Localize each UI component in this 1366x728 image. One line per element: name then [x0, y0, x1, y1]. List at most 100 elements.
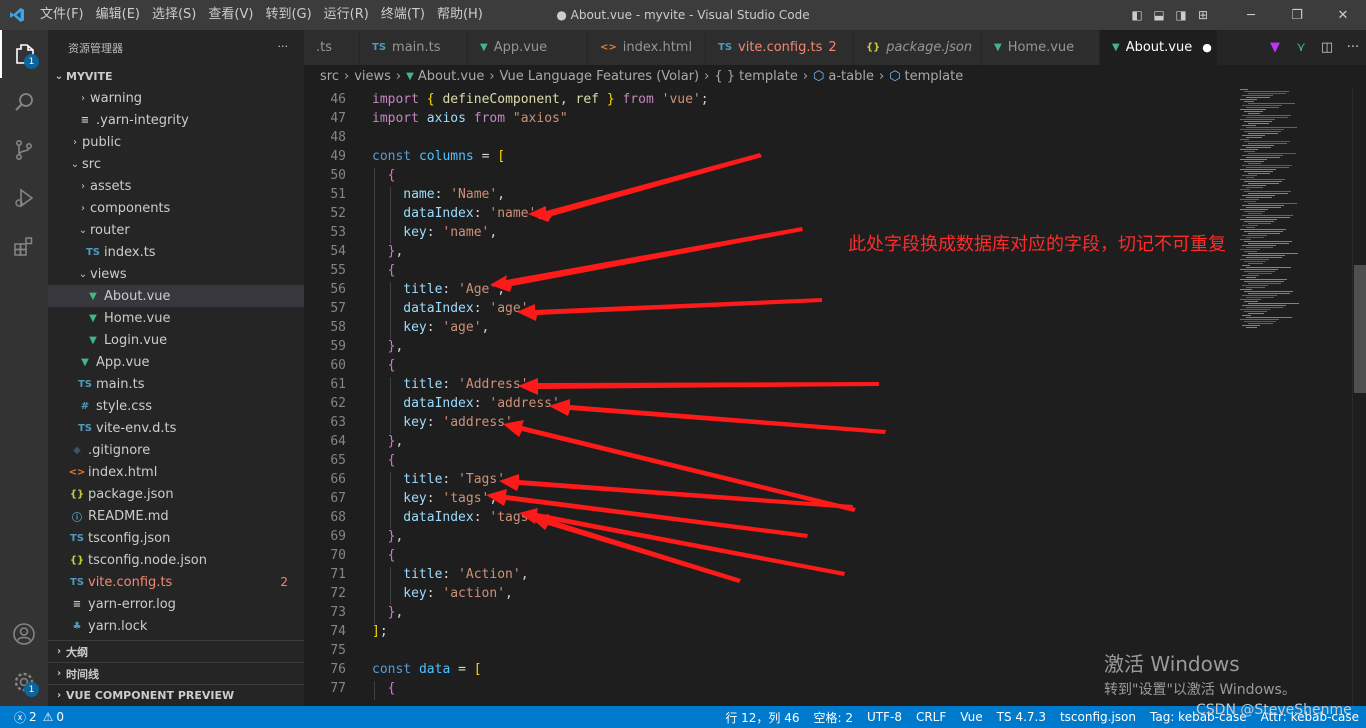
line-number: 77	[330, 681, 346, 696]
scrollbar-thumb[interactable]	[1354, 265, 1366, 393]
problems-status[interactable]: ⓧ 2 ⚠ 0	[0, 709, 64, 726]
menu-item[interactable]: 终端(T)	[375, 0, 431, 30]
tree-file[interactable]: ≡ yarn-error.log	[48, 593, 304, 615]
breadcrumb-item[interactable]: Vue Language Features (Volar)	[500, 69, 700, 84]
tree-folder[interactable]: ⌄ router	[48, 219, 304, 241]
editor-tab[interactable]: TS main.ts	[360, 30, 468, 65]
status-item[interactable]: tsconfig.json	[1053, 710, 1143, 724]
run-debug-icon[interactable]	[0, 174, 48, 222]
menu-item[interactable]: 转到(G)	[259, 0, 317, 30]
tree-file[interactable]: {} tsconfig.node.json	[48, 549, 304, 571]
tree-item-label: router	[90, 222, 130, 238]
tree-file[interactable]: ▼ About.vue	[48, 285, 304, 307]
editor-tab[interactable]: .ts	[304, 30, 360, 65]
menu-item[interactable]: 运行(R)	[318, 0, 375, 30]
toggle-secondary-sidebar-icon[interactable]: ◨	[1170, 8, 1192, 22]
tree-folder[interactable]: › components	[48, 197, 304, 219]
tree-file[interactable]: ▼ Home.vue	[48, 307, 304, 329]
tree-file[interactable]: ◆ .gitignore	[48, 439, 304, 461]
breadcrumb-item[interactable]: a-table	[828, 69, 874, 84]
tree-file[interactable]: TS vite-env.d.ts	[48, 417, 304, 439]
vite-icon[interactable]: ▼	[1262, 40, 1288, 55]
status-item[interactable]: CRLF	[909, 710, 953, 724]
timeline-section[interactable]: › 时间线	[48, 662, 304, 684]
breadcrumb-item[interactable]: views	[354, 69, 391, 84]
watermark-line1: 激活 Windows	[1104, 652, 1240, 676]
tree-file[interactable]: ≡ .yarn-integrity	[48, 109, 304, 131]
status-item[interactable]: UTF-8	[860, 710, 909, 724]
editor-tab[interactable]: <> index.html	[588, 30, 706, 65]
menu-item[interactable]: 查看(V)	[202, 0, 259, 30]
tree-file[interactable]: <> index.html	[48, 461, 304, 483]
project-root[interactable]: ⌄ MYVITE	[48, 65, 304, 87]
tree-file[interactable]: TS main.ts	[48, 373, 304, 395]
tree-file[interactable]: ♣ yarn.lock	[48, 615, 304, 637]
vue-preview-icon[interactable]: ⋎	[1288, 40, 1314, 55]
tree-file[interactable]: ▼ App.vue	[48, 351, 304, 373]
tree-file[interactable]: TS vite.config.ts 2	[48, 571, 304, 593]
status-item[interactable]: 行 12，列 46	[718, 709, 806, 726]
menu-item[interactable]: 选择(S)	[146, 0, 202, 30]
breadcrumb-item[interactable]: src	[320, 69, 339, 84]
tree-folder[interactable]: ⌄ views	[48, 263, 304, 285]
component-icon: ⬡	[813, 68, 825, 84]
search-icon[interactable]	[0, 78, 48, 126]
accounts-icon[interactable]	[0, 610, 48, 658]
menu-item[interactable]: 编辑(E)	[90, 0, 146, 30]
editor-tab[interactable]: TS vite.config.ts 2	[706, 30, 854, 65]
breadcrumb-item[interactable]: template	[905, 69, 964, 84]
toggle-panel-icon[interactable]: ⬓	[1148, 8, 1170, 22]
title-bar: 文件(F) 编辑(E) 选择(S) 查看(V) 转到(G) 运行(R) 终端(T) 帮助(H)…	[0, 0, 1366, 30]
tree-folder[interactable]: › public	[48, 131, 304, 153]
status-item[interactable]: 空格: 2	[806, 709, 860, 726]
menu-item[interactable]: 文件(F)	[34, 0, 90, 30]
minimap-line	[1244, 191, 1291, 192]
minimap-line	[1246, 137, 1262, 138]
warning-count: 0	[56, 710, 65, 724]
source-control-icon[interactable]	[0, 126, 48, 174]
tree-folder[interactable]: ⌄ src	[48, 153, 304, 175]
extensions-icon[interactable]	[0, 222, 48, 270]
restore-button[interactable]: ❐	[1274, 8, 1320, 23]
minimap-line	[1240, 119, 1275, 120]
breadcrumb-item[interactable]: About.vue	[418, 69, 485, 84]
typescript-file-icon: TS	[372, 42, 387, 53]
minimize-button[interactable]: ─	[1228, 8, 1274, 23]
tree-file[interactable]: TS index.ts	[48, 241, 304, 263]
code-editor[interactable]: 46 import { defineComponent, ref } from '…	[304, 87, 1238, 706]
editor-tab[interactable]: ▼ About.vue ●	[1100, 30, 1218, 65]
manage-gear-icon[interactable]: 1	[0, 658, 48, 706]
split-editor-icon[interactable]: ◫	[1314, 40, 1340, 55]
status-item[interactable]: Vue	[953, 710, 989, 724]
css-file-icon: #	[80, 400, 90, 412]
close-button[interactable]: ✕	[1320, 8, 1366, 23]
tree-item-label: index.ts	[104, 244, 156, 260]
status-item[interactable]: TS 4.7.3	[990, 710, 1053, 724]
tree-file[interactable]: {} package.json	[48, 483, 304, 505]
tree-folder[interactable]: › assets	[48, 175, 304, 197]
code-token: ,	[395, 605, 404, 620]
line-number: 69	[330, 529, 346, 544]
editor-tab[interactable]: ▼ Home.vue	[982, 30, 1100, 65]
breadcrumb-item[interactable]: { } template	[714, 69, 798, 84]
more-actions-icon[interactable]: ···	[278, 40, 289, 53]
unsaved-dot-icon[interactable]: ●	[1202, 41, 1212, 54]
explorer-icon[interactable]: 1	[0, 30, 48, 78]
typescript-file-icon: TS	[77, 378, 93, 390]
more-actions-icon[interactable]: ···	[1340, 40, 1366, 55]
editor-tab[interactable]: ▼ App.vue	[468, 30, 588, 65]
tree-file[interactable]: # style.css	[48, 395, 304, 417]
tree-folder[interactable]: › warning	[48, 87, 304, 109]
outline-section[interactable]: › 大纲	[48, 640, 304, 662]
editor-tab[interactable]: {} package.json	[854, 30, 982, 65]
minimap[interactable]	[1238, 87, 1352, 706]
toggle-sidebar-icon[interactable]: ◧	[1126, 8, 1148, 22]
tree-file[interactable]: ▼ Login.vue	[48, 329, 304, 351]
git-file-icon: ◆	[73, 444, 81, 456]
vue-component-preview-section[interactable]: › VUE COMPONENT PREVIEW	[48, 684, 304, 706]
tree-file[interactable]: ⓘ README.md	[48, 505, 304, 527]
customize-layout-icon[interactable]: ⊞	[1192, 8, 1214, 22]
vertical-scrollbar[interactable]	[1352, 87, 1366, 706]
tree-file[interactable]: TS tsconfig.json	[48, 527, 304, 549]
menu-item[interactable]: 帮助(H)	[431, 0, 489, 30]
